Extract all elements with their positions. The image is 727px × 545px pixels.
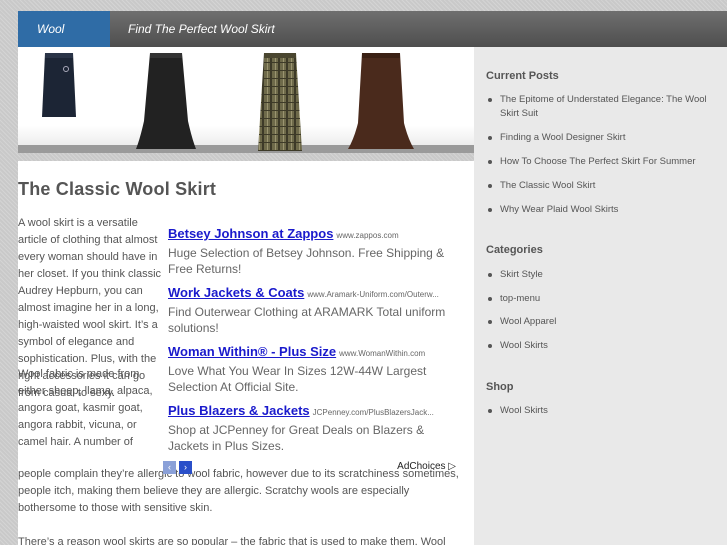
fabric-paragraph: Wool fabric is made from either sheep, l… — [18, 368, 153, 448]
sidebar-post-link[interactable]: Finding a Wool Designer Skirt — [486, 131, 716, 145]
ad-item: Betsey Johnson at Zappos www.zappos.com H… — [168, 225, 458, 284]
ad-item: Work Jackets & Coats www.Aramark-Uniform.… — [168, 284, 458, 343]
sidebar: Current Posts The Epitome of Understated… — [474, 47, 727, 545]
main-content: The Classic Wool Skirt A wool skirt is a… — [18, 161, 474, 545]
ad-next-button[interactable]: › — [179, 461, 192, 474]
ad-title-link[interactable]: Woman Within® - Plus Size — [168, 344, 336, 359]
ad-footer: ‹ › AdChoices ▷ — [163, 461, 456, 475]
sidebar-post-link[interactable]: The Classic Wool Skirt — [486, 179, 716, 193]
nav-find-perfect-wool-skirt[interactable]: Find The Perfect Wool Skirt — [110, 11, 293, 47]
ad-item: Plus Blazers & Jackets JCPenney.com/PlusB… — [168, 402, 458, 461]
ad-title-link[interactable]: Betsey Johnson at Zappos — [168, 226, 333, 241]
nav-wool-skirt[interactable]: Wool Skirt — [18, 11, 110, 72]
ad-block: Betsey Johnson at Zappos www.zappos.com H… — [168, 225, 458, 461]
categories-heading: Categories — [486, 244, 543, 256]
sidebar-post-link[interactable]: How To Choose The Perfect Skirt For Summ… — [486, 155, 716, 169]
sidebar-category-link[interactable]: Wool Apparel — [486, 315, 716, 329]
sidebar-category-link[interactable]: top-menu — [486, 292, 716, 306]
ad-description: Find Outerwear Clothing at ARAMARK Total… — [168, 305, 446, 335]
ad-url[interactable]: www.Aramark-Uniform.com/Outerw... — [307, 290, 439, 299]
page-title: The Classic Wool Skirt — [18, 179, 217, 199]
ad-description: Huge Selection of Betsey Johnson. Free S… — [168, 246, 445, 276]
black-skirt-image — [136, 53, 196, 149]
shop-list: Wool Skirts — [486, 404, 716, 418]
ad-title-link[interactable]: Plus Blazers & Jackets — [168, 403, 310, 418]
ad-title-link[interactable]: Work Jackets & Coats — [168, 285, 304, 300]
ad-description: Shop at JCPenney for Great Deals on Blaz… — [168, 423, 425, 453]
header-banner — [18, 47, 474, 153]
sidebar-post-link[interactable]: Why Wear Plaid Wool Skirts — [486, 203, 716, 217]
sidebar-shop-link[interactable]: Wool Skirts — [486, 404, 716, 418]
current-posts-list: The Epitome of Understated Elegance: The… — [486, 93, 716, 217]
current-posts-heading: Current Posts — [486, 70, 559, 82]
sidebar-category-link[interactable]: Skirt Style — [486, 268, 716, 282]
plaid-skirt-image — [258, 53, 302, 151]
sidebar-post-link[interactable]: The Epitome of Understated Elegance: The… — [486, 93, 716, 121]
brown-skirt-image — [348, 53, 414, 149]
categories-list: Skirt Style top-menu Wool Apparel Wool S… — [486, 268, 716, 353]
ad-url[interactable]: JCPenney.com/PlusBlazersJack... — [313, 408, 434, 417]
ad-item: Woman Within® - Plus Size www.WomanWithin… — [168, 343, 458, 402]
sidebar-category-link[interactable]: Wool Skirts — [486, 339, 716, 353]
popularity-paragraph: There’s a reason wool skirts are so popu… — [18, 536, 446, 545]
ad-url[interactable]: www.WomanWithin.com — [339, 349, 425, 358]
navy-skirt-image — [42, 53, 76, 117]
ad-prev-button[interactable]: ‹ — [163, 461, 176, 474]
ad-description: Love What You Wear In Sizes 12W-44W Larg… — [168, 364, 427, 394]
shop-heading: Shop — [486, 381, 514, 393]
adchoices-link[interactable]: AdChoices ▷ — [397, 461, 456, 472]
top-navigation: Wool Skirt Find The Perfect Wool Skirt — [18, 11, 727, 72]
ad-url[interactable]: www.zappos.com — [336, 231, 398, 240]
page-wrapper: Wool Skirt Find The Perfect Wool Skirt — [18, 8, 727, 545]
